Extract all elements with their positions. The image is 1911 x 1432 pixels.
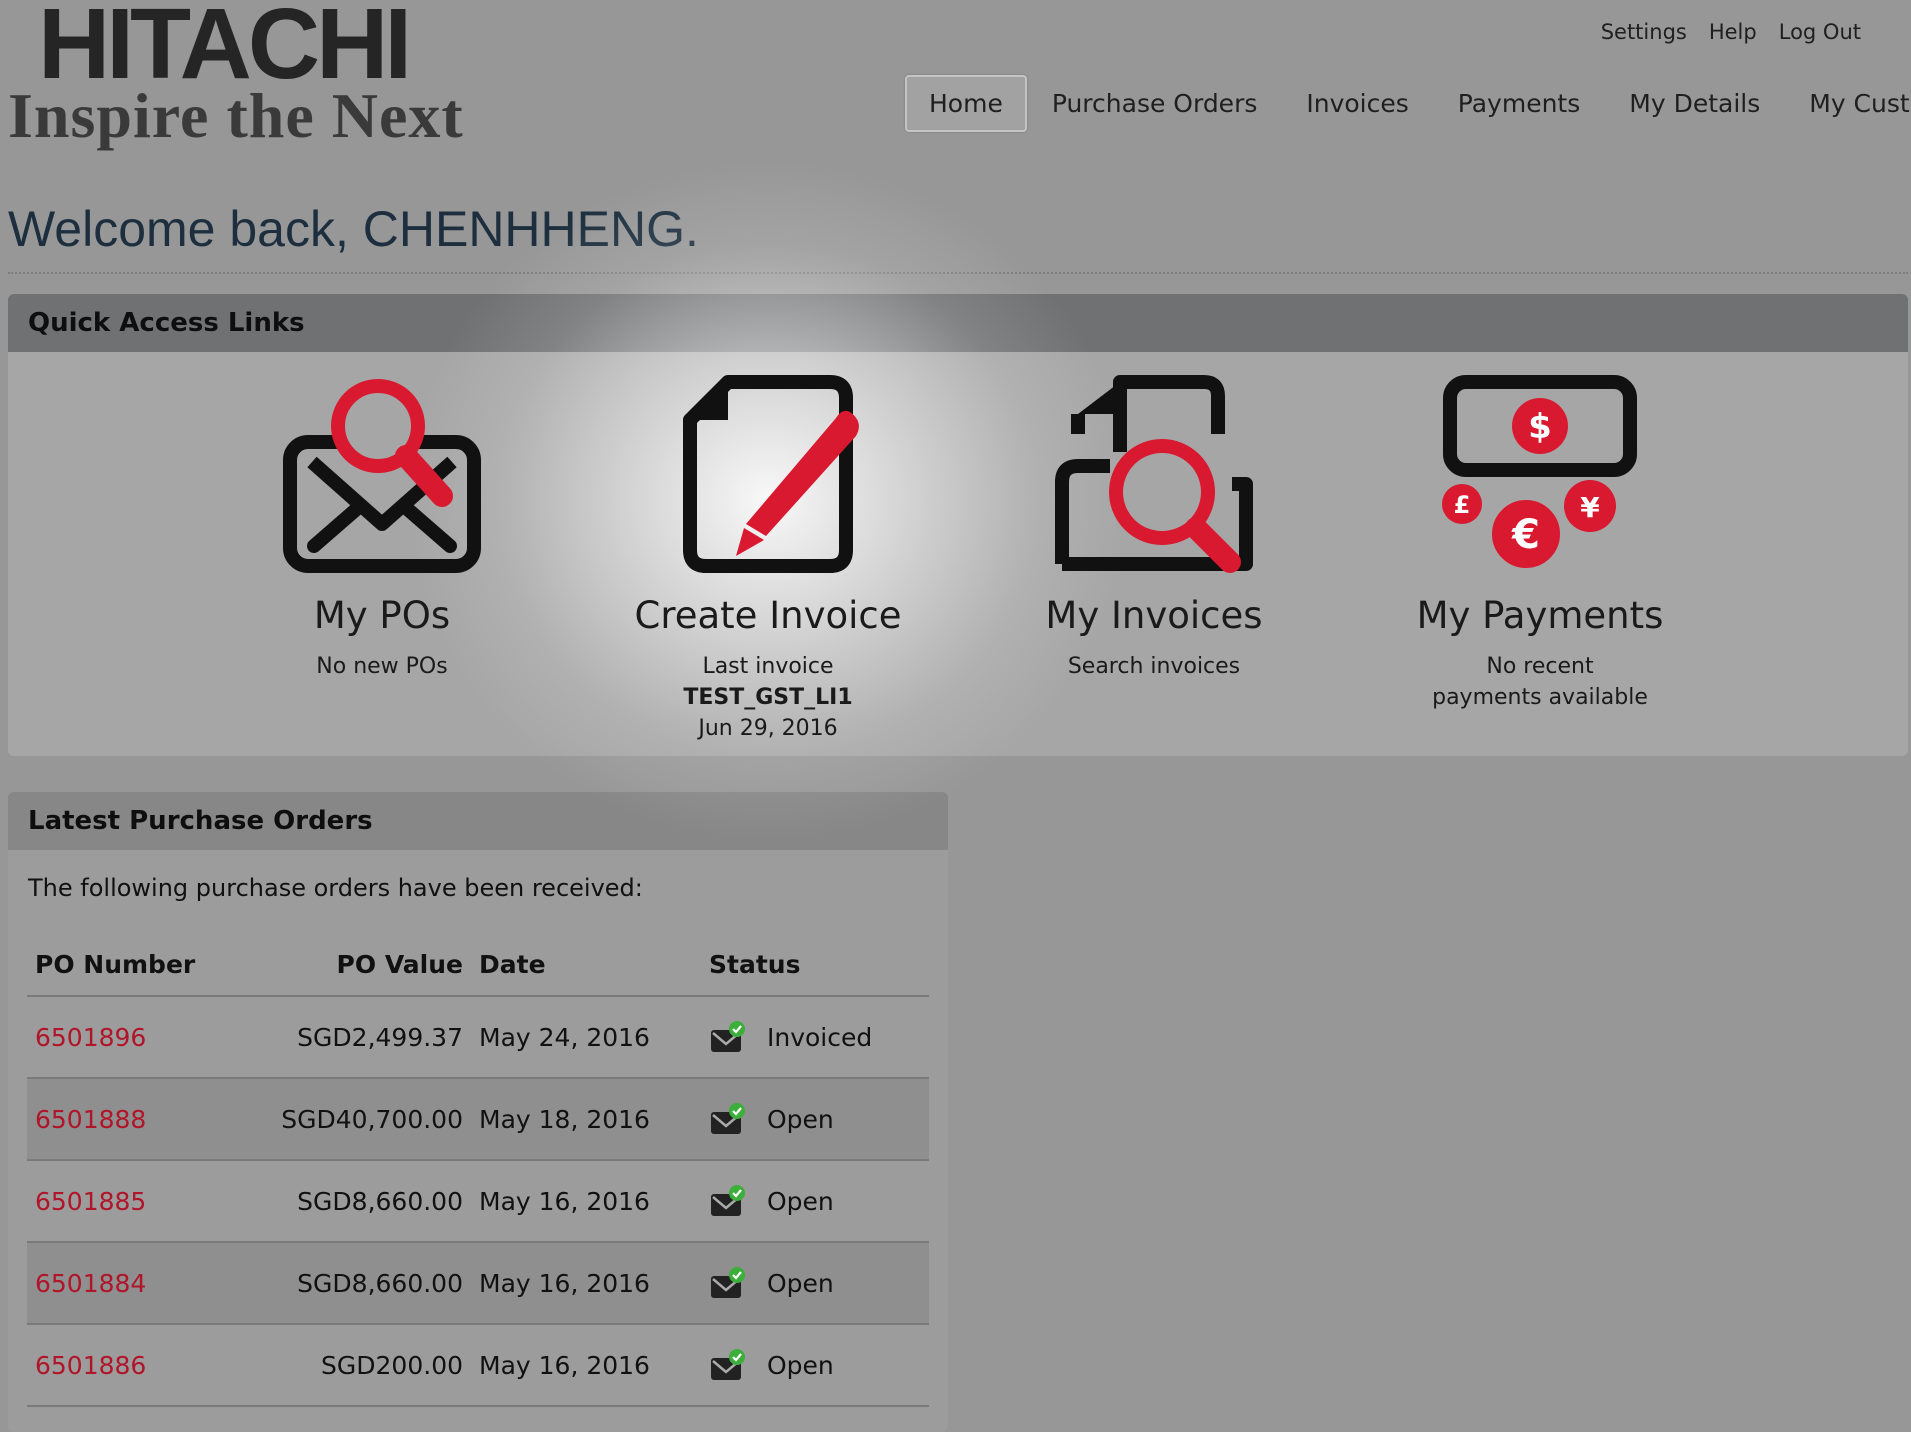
po-envelope-check-icon xyxy=(711,1267,745,1298)
quick-link-subtitle: Search invoices xyxy=(1067,654,1241,679)
quick-link-my-pos[interactable]: My POs No new POs xyxy=(202,374,562,682)
table-row: 6501886 SGD200.00 May 16, 2016 Open xyxy=(27,1324,929,1407)
quick-link-subtitle: Last invoice TEST_GST_LI1 Jun 29, 2016 xyxy=(588,651,948,744)
quick-link-subtitle: No new POs xyxy=(316,654,448,679)
settings-link[interactable]: Settings xyxy=(1601,20,1687,44)
po-date: May 18, 2016 xyxy=(471,1078,701,1161)
quick-access-panel: Quick Access Links My POs No new POs Cre… xyxy=(8,294,1908,756)
quick-link-create-invoice[interactable]: Create Invoice Last invoice TEST_GST_LI1… xyxy=(588,374,948,744)
currency-money-icon: $ £ ¥ € xyxy=(1442,375,1637,572)
table-row: 6501888 SGD40,700.00 May 18, 2016 Open xyxy=(27,1078,929,1161)
logo-tagline: Inspire the Next xyxy=(8,80,464,151)
table-header-row: PO Number PO Value Date Status xyxy=(27,932,929,997)
svg-text:$: $ xyxy=(1528,407,1552,447)
po-value: SGD40,700.00 xyxy=(247,1078,471,1161)
po-number-link[interactable]: 6501886 xyxy=(35,1351,146,1380)
latest-pos-panel: Latest Purchase Orders The following pur… xyxy=(8,792,948,1432)
po-number-link[interactable]: 6501888 xyxy=(35,1105,146,1134)
col-status[interactable]: Status xyxy=(701,932,929,997)
col-date[interactable]: Date xyxy=(471,932,701,997)
nav-purchase-orders[interactable]: Purchase Orders xyxy=(1028,75,1282,132)
logout-link[interactable]: Log Out xyxy=(1779,20,1861,44)
latest-pos-intro: The following purchase orders have been … xyxy=(28,874,643,902)
nav-my-customer[interactable]: My Customer xyxy=(1785,75,1911,132)
document-pencil-icon xyxy=(683,375,859,573)
po-envelope-check-icon xyxy=(711,1349,745,1380)
main-nav: Home Purchase Orders Invoices Payments M… xyxy=(905,75,1911,132)
quick-link-title: My Invoices xyxy=(1045,594,1263,637)
po-status: Invoiced xyxy=(767,1022,873,1052)
help-link[interactable]: Help xyxy=(1709,20,1757,44)
hitachi-logo[interactable]: HITACHI Inspire the Next xyxy=(8,0,528,160)
po-date: May 16, 2016 xyxy=(471,1242,701,1325)
po-table: PO Number PO Value Date Status 6501896 S… xyxy=(27,932,929,1407)
quick-link-title: My Payments xyxy=(1416,594,1664,637)
col-po-number[interactable]: PO Number xyxy=(27,932,247,997)
table-row: 6501896 SGD2,499.37 May 24, 2016 Invoice… xyxy=(27,996,929,1079)
nav-payments[interactable]: Payments xyxy=(1434,75,1604,132)
quick-link-my-payments[interactable]: $ £ ¥ € My Payments No recent payments a… xyxy=(1360,374,1720,713)
po-value: SGD8,660.00 xyxy=(247,1242,471,1325)
po-number-link[interactable]: 6501885 xyxy=(35,1187,146,1216)
last-invoice-date: Jun 29, 2016 xyxy=(698,716,838,741)
po-value: SGD2,499.37 xyxy=(247,996,471,1079)
welcome-heading: Welcome back, CHENHHENG. xyxy=(8,201,699,257)
po-status: Open xyxy=(767,1268,834,1298)
po-date: May 16, 2016 xyxy=(471,1160,701,1243)
latest-pos-title: Latest Purchase Orders xyxy=(8,792,948,850)
utility-links: Settings Help Log Out xyxy=(1601,20,1861,44)
divider xyxy=(8,272,1908,274)
po-date: May 24, 2016 xyxy=(471,996,701,1079)
col-po-value[interactable]: PO Value xyxy=(247,932,471,997)
last-invoice-number: TEST_GST_LI1 xyxy=(683,685,853,710)
svg-text:€: € xyxy=(1511,512,1540,558)
po-status: Open xyxy=(767,1350,834,1380)
svg-text:¥: ¥ xyxy=(1580,491,1600,524)
quick-link-subtitle: No recent payments available xyxy=(1432,654,1648,710)
nav-home[interactable]: Home xyxy=(905,75,1027,132)
po-envelope-check-icon xyxy=(711,1021,745,1052)
po-status: Open xyxy=(767,1104,834,1134)
document-search-icon xyxy=(1055,375,1253,573)
nav-invoices[interactable]: Invoices xyxy=(1282,75,1432,132)
quick-link-title: Create Invoice xyxy=(634,594,902,637)
po-value: SGD200.00 xyxy=(247,1324,471,1407)
nav-my-details[interactable]: My Details xyxy=(1605,75,1784,132)
svg-text:£: £ xyxy=(1454,491,1471,519)
po-envelope-search-icon xyxy=(283,379,481,573)
po-envelope-check-icon xyxy=(711,1185,745,1216)
po-value: SGD8,660.00 xyxy=(247,1160,471,1243)
po-date: May 16, 2016 xyxy=(471,1324,701,1407)
table-row: 6501885 SGD8,660.00 May 16, 2016 Open xyxy=(27,1160,929,1243)
quick-link-title: My POs xyxy=(313,594,451,637)
po-number-link[interactable]: 6501884 xyxy=(35,1269,146,1298)
po-number-link[interactable]: 6501896 xyxy=(35,1023,146,1052)
quick-access-title: Quick Access Links xyxy=(8,294,1908,352)
po-envelope-check-icon xyxy=(711,1103,745,1134)
po-status: Open xyxy=(767,1186,834,1216)
quick-link-my-invoices[interactable]: My Invoices Search invoices xyxy=(974,374,1334,682)
table-row: 6501884 SGD8,660.00 May 16, 2016 Open xyxy=(27,1242,929,1325)
